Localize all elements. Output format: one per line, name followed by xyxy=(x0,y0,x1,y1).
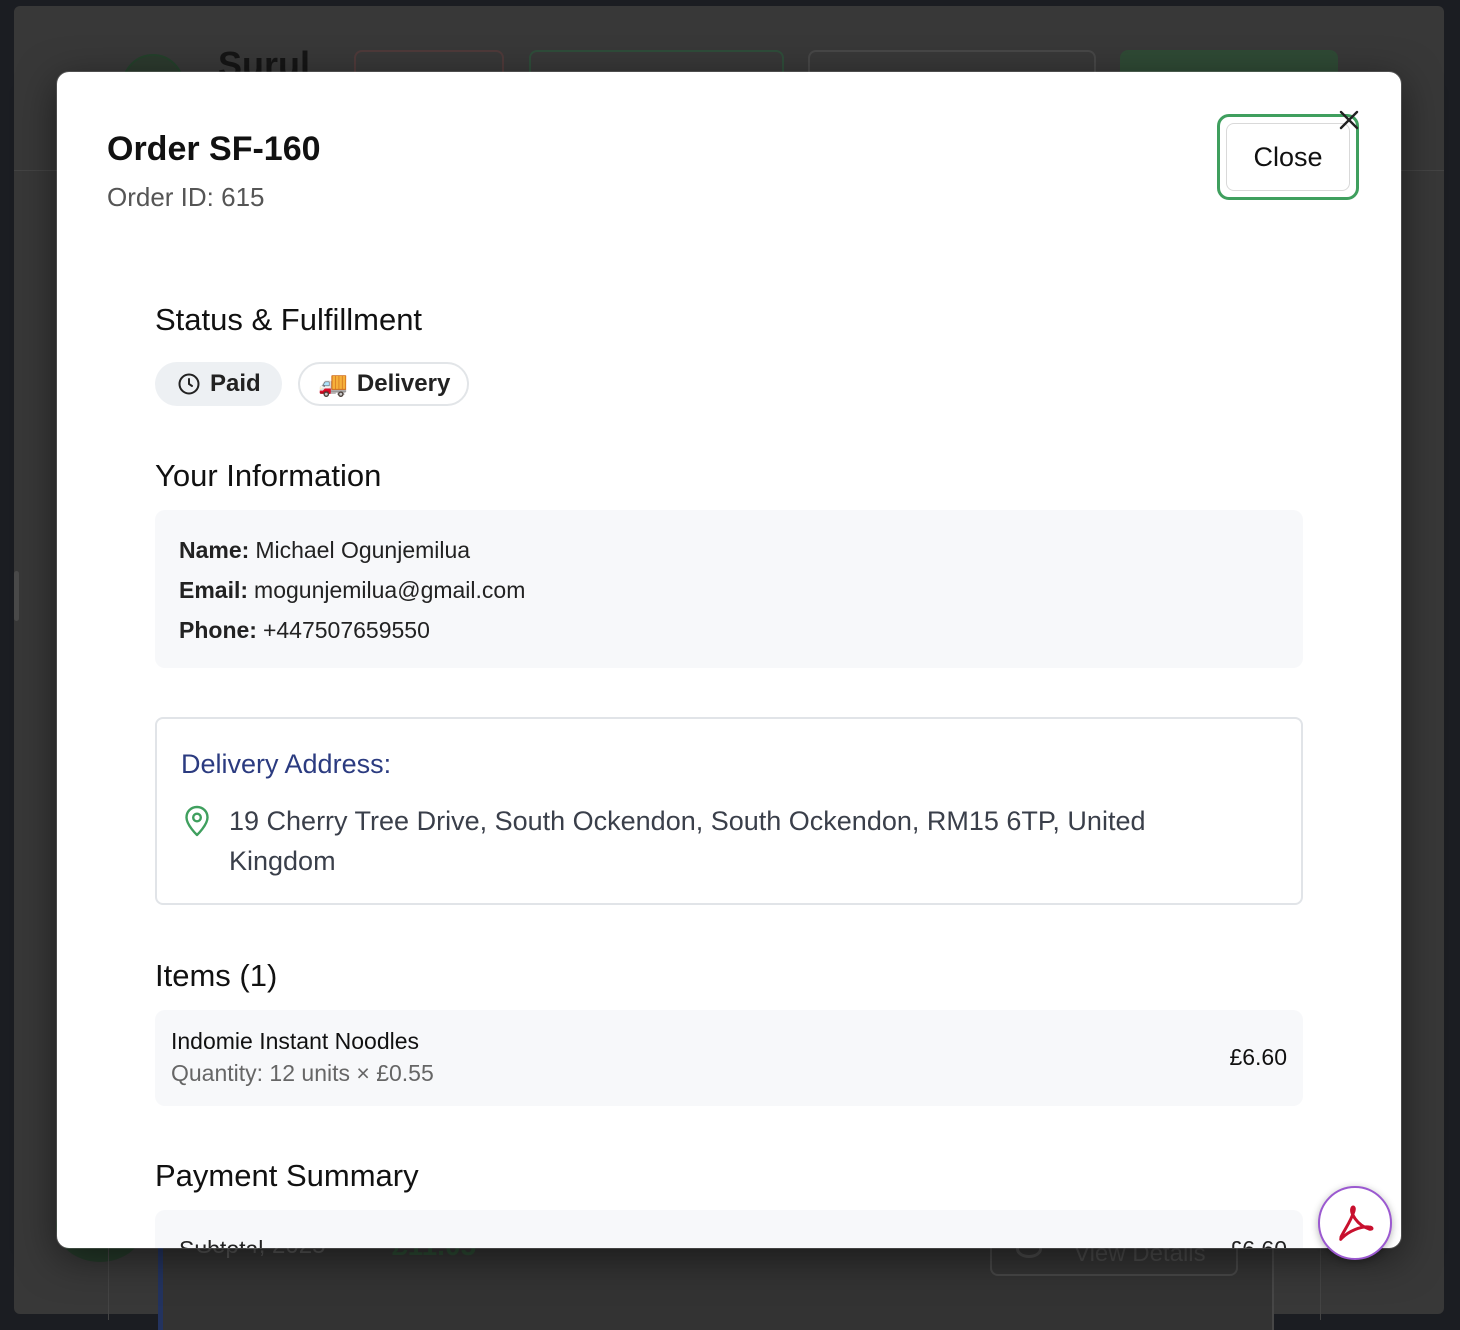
payment-heading: Payment Summary xyxy=(155,1158,419,1193)
subtotal-value: £6.60 xyxy=(1229,1236,1287,1248)
customer-phone: +447507659550 xyxy=(262,617,430,643)
side-handle xyxy=(14,571,19,621)
list-item: Indomie Instant Noodles Quantity: 12 uni… xyxy=(155,1010,1303,1106)
item-quantity: Quantity: 12 units × £0.55 xyxy=(171,1060,434,1086)
pdf-icon xyxy=(1339,1205,1374,1241)
close-icon[interactable] xyxy=(1337,108,1361,132)
delivery-address-label: Delivery Address: xyxy=(181,749,392,779)
delivery-address-card: Delivery Address: 19 Cherry Tree Drive, … xyxy=(155,717,1303,905)
close-button-label[interactable]: Close xyxy=(1226,123,1350,191)
payment-status-badge: Paid xyxy=(155,362,282,406)
customer-name-row: Name: Michael Ogunjemilua xyxy=(179,537,470,564)
divider xyxy=(1320,1240,1321,1320)
email-label: Email: xyxy=(179,577,249,603)
order-id: Order ID: 615 xyxy=(107,182,265,212)
items-heading: Items (1) xyxy=(155,958,278,993)
customer-info-card: Name: Michael Ogunjemilua Email: mogunjemi… xyxy=(155,510,1303,668)
phone-label: Phone: xyxy=(179,617,257,643)
modal-title: Order SF-160 xyxy=(107,130,321,168)
status-heading: Status & Fulfillment xyxy=(155,302,423,337)
subtotal-label: Subtotal xyxy=(179,1236,263,1248)
customer-name: Michael Ogunjemilua xyxy=(255,537,471,563)
fulfillment-label: Delivery xyxy=(356,370,451,397)
map-pin-icon xyxy=(185,805,209,837)
delivery-address-text: 19 Cherry Tree Drive, South Ockendon, So… xyxy=(229,806,1146,876)
truck-icon: 🚚 xyxy=(318,370,348,398)
payment-status-label: Paid xyxy=(210,370,261,397)
item-price: £6.60 xyxy=(1229,1044,1287,1070)
clock-icon xyxy=(178,373,200,395)
customer-heading: Your Information xyxy=(155,458,382,493)
item-name: Indomie Instant Noodles xyxy=(171,1028,420,1054)
customer-email: mogunjemilua@gmail.com xyxy=(254,577,526,603)
fulfillment-badge: 🚚 Delivery xyxy=(298,362,469,406)
order-details-modal: Order SF-160 Order ID: 615 Close Status … xyxy=(57,72,1401,1248)
name-label: Name: xyxy=(179,537,250,563)
customer-phone-row: Phone: +447507659550 xyxy=(179,617,430,644)
payment-summary-card: Subtotal £6.60 xyxy=(155,1210,1303,1248)
customer-email-row: Email: mogunjemilua@gmail.com xyxy=(179,577,525,604)
divider xyxy=(108,1240,109,1320)
pdf-export-button[interactable] xyxy=(1318,1186,1392,1260)
